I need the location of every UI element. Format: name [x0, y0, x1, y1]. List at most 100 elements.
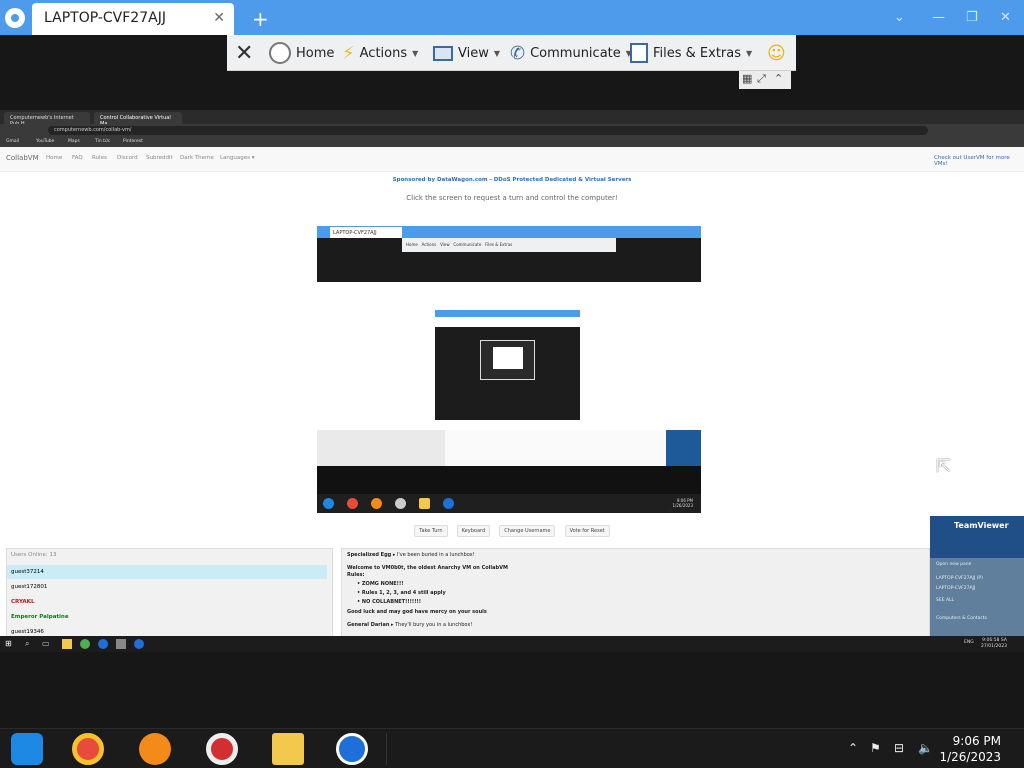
bookmark[interactable]: Tin tức [95, 139, 110, 144]
chat-message: General Darian ▸ They'll bury you in a l… [347, 622, 473, 628]
vm-teamviewer-titlebar: LAPTOP-CVF27AJJ [317, 226, 701, 238]
nav-link[interactable]: FAQ [72, 155, 83, 161]
collapse-toolbar-icon[interactable]: ⌃ [774, 72, 783, 85]
remote-clock[interactable]: 9:06:58 SA 27/01/2023 [981, 638, 1007, 650]
task-view-icon[interactable]: ▭ [42, 639, 52, 649]
toolbar-mini-controls: ▦ ⤢ ⌃ [739, 71, 791, 89]
vm-taskbar: 9:06 PM 1/26/2023 [317, 494, 701, 513]
communicate-menu[interactable]: ✆ Communicate ▼ [510, 35, 632, 71]
vm-tab-title: LAPTOP-CVF27AJJ [333, 230, 377, 236]
files-icon [630, 43, 648, 63]
caret-down-icon: ▼ [412, 48, 419, 58]
close-window-icon[interactable]: ✕ [1000, 10, 1011, 25]
actions-menu[interactable]: ⚡ Actions ▼ [342, 35, 418, 71]
user-name: Emperor Palpatine [11, 614, 69, 620]
caret-down-icon: ▼ [493, 48, 501, 58]
home-button[interactable]: Home [269, 35, 334, 71]
nav-link[interactable]: Languages ▾ [220, 155, 255, 161]
vm-clock-date: 1/26/2023 [672, 503, 693, 508]
teamviewer-side-panel[interactable]: TeamViewer Open new pane LAPTOP-CVF27AJJ… [930, 516, 1024, 652]
phone-icon: ✆ [510, 42, 526, 64]
end-session-button[interactable]: ✕ [235, 35, 253, 71]
tray-expand-icon[interactable]: ⌃ [848, 741, 858, 755]
flag-icon[interactable]: ⚑ [870, 741, 881, 755]
fullscreen-icon[interactable]: ⤢ [757, 72, 766, 86]
panel-item[interactable]: LAPTOP-CVF27AJJ [936, 586, 975, 591]
browser-tab-active[interactable]: Control Collaborative Virtual Ma... [94, 112, 182, 127]
panel-item[interactable]: Computers & Contacts [936, 616, 987, 621]
panel-item[interactable]: LAPTOP-CVF27AJJ (P) [936, 576, 983, 581]
windows-start-icon[interactable]: ⊞ [5, 639, 15, 649]
network-icon[interactable]: ⊟ [894, 741, 904, 755]
bookmark[interactable]: Gmail [6, 139, 19, 144]
view-menu[interactable]: View ▼ [433, 35, 500, 71]
vm-taskbar-app-icon [323, 498, 334, 509]
nav-link[interactable]: Discord [117, 155, 138, 161]
url-text: computernewb.com/collab-vm/ [54, 127, 132, 133]
taskbar-divider [386, 733, 836, 765]
nav-link[interactable]: Dark Theme [180, 155, 214, 161]
bookmark[interactable]: Maps [68, 139, 80, 144]
campaign-app-icon[interactable] [206, 733, 238, 765]
panel-item[interactable]: Open new pane [936, 562, 971, 567]
remote-url-field[interactable]: computernewb.com/collab-vm/ [48, 126, 928, 135]
view-label: View [458, 45, 489, 61]
files-extras-menu[interactable]: Files & Extras ▼ [630, 35, 752, 71]
vm-chrome-icon [347, 498, 358, 509]
minimize-icon[interactable]: — [932, 10, 945, 25]
nav-link[interactable]: Home [46, 155, 62, 161]
chat-message: Specialized Egg ▸ I've been buried in a … [347, 552, 475, 558]
sponsor-banner[interactable]: Sponsored by DataWagon.com - DDoS Protec… [0, 177, 1024, 183]
grid-icon[interactable]: ▦ [742, 72, 752, 85]
user-row[interactable]: guest37214 [7, 565, 327, 579]
teamviewer-icon[interactable] [98, 639, 108, 649]
vm-display[interactable]: LAPTOP-CVF27AJJ Home Actions View Commun… [317, 226, 701, 513]
nav-link[interactable]: Subreddit [146, 155, 173, 161]
site-brand[interactable]: CollabVM [6, 154, 39, 162]
teamviewer-panel-header: TeamViewer [930, 516, 1024, 558]
app-icon[interactable] [116, 639, 126, 649]
uservm-link[interactable]: Check out UserVM for more VMs! [934, 155, 1024, 167]
teamviewer-icon[interactable] [134, 639, 144, 649]
vm-toolbar-communicate: Communicate [453, 242, 482, 247]
file-explorer-icon[interactable] [272, 733, 304, 765]
panel-item[interactable]: SEE ALL [936, 598, 954, 603]
chrome-icon[interactable] [80, 639, 90, 649]
search-icon[interactable]: ⌕ [25, 639, 35, 649]
vm-firefox-icon [371, 498, 382, 509]
vm-toolbar: Home Actions View Communicate Files & Ex… [402, 238, 616, 252]
chrome-icon[interactable] [72, 733, 104, 765]
folder-icon[interactable] [62, 639, 72, 649]
user-row[interactable]: CRYAKL [7, 595, 327, 609]
user-row[interactable]: Emperor Palpatine [7, 610, 327, 624]
teamviewer-icon[interactable] [336, 733, 368, 765]
browser-tab[interactable]: Computernewb's Internet Pub H... [4, 112, 90, 127]
bookmark[interactable]: YouTube [36, 139, 54, 144]
bookmark[interactable]: Pinterest [123, 139, 143, 144]
chevron-down-icon[interactable]: ⌄ [894, 10, 905, 25]
host-clock[interactable]: 9:06 PM 1/26/2023 [939, 733, 1001, 765]
close-tab-icon[interactable]: ✕ [213, 10, 225, 26]
vote-reset-button[interactable]: Vote for Reset [564, 525, 610, 537]
chat-text: They'll bury you in a lunchbox! [395, 622, 473, 628]
take-turn-button[interactable]: Take Turn [414, 525, 448, 537]
nav-link[interactable]: Rules [92, 155, 107, 161]
change-username-button[interactable]: Change Username [499, 525, 556, 537]
chat-user: General Darian [347, 622, 390, 628]
remote-desktop-app-icon[interactable] [11, 733, 43, 765]
vm-toolbar-view: View [440, 242, 450, 247]
teamviewer-titlebar: LAPTOP-CVF27AJJ ✕ + ⌄ — ❐ ✕ [0, 0, 1024, 35]
user-row[interactable]: guest172801 [7, 580, 327, 594]
language-indicator[interactable]: ENG [964, 640, 974, 645]
remote-browser-tabbar: Computernewb's Internet Pub H... Control… [0, 110, 1024, 127]
teamviewer-session-tab[interactable]: LAPTOP-CVF27AJJ ✕ [32, 3, 234, 35]
feedback-button[interactable]: ☺ [767, 35, 786, 71]
new-tab-button[interactable]: + [252, 7, 269, 31]
firefox-icon[interactable] [139, 733, 171, 765]
keyboard-button[interactable]: Keyboard [456, 525, 491, 537]
vm-nested-screen [435, 310, 580, 420]
remote-screen[interactable]: Computernewb's Internet Pub H... Control… [0, 110, 1024, 652]
chat-message: Welcome to VM0b0t, the oldest Anarchy VM… [347, 565, 508, 571]
volume-icon[interactable]: 🔈 [918, 741, 933, 755]
restore-icon[interactable]: ❐ [966, 10, 978, 25]
